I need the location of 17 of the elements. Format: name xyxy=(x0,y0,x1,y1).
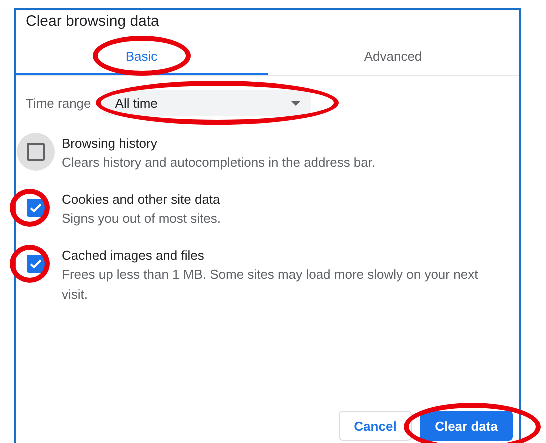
checkbox[interactable] xyxy=(27,255,45,273)
option-title: Cookies and other site data xyxy=(62,191,222,209)
option-title: Browsing history xyxy=(62,135,158,153)
time-range-dropdown[interactable]: All time xyxy=(103,90,312,116)
cancel-button[interactable]: Cancel xyxy=(339,411,412,441)
option-description: Clears history and autocompletions in the address bar. xyxy=(62,154,377,172)
tab[interactable]: Basic xyxy=(16,39,268,75)
time-range-label: Time range xyxy=(26,96,92,110)
option-title: Cached images and files xyxy=(62,247,206,265)
tab[interactable]: Advanced xyxy=(268,39,519,75)
clear-data-button[interactable]: Clear data xyxy=(420,411,513,441)
caret-icon xyxy=(291,100,302,106)
checkbox[interactable] xyxy=(27,143,45,161)
option-description: Frees up less than 1 MB. Some sites may load more slowly on your next visit. xyxy=(62,266,480,304)
option-description: Signs you out of most sites. xyxy=(62,210,222,228)
checkbox[interactable] xyxy=(27,199,45,217)
dialog-title: Clear browsing data xyxy=(25,12,160,32)
